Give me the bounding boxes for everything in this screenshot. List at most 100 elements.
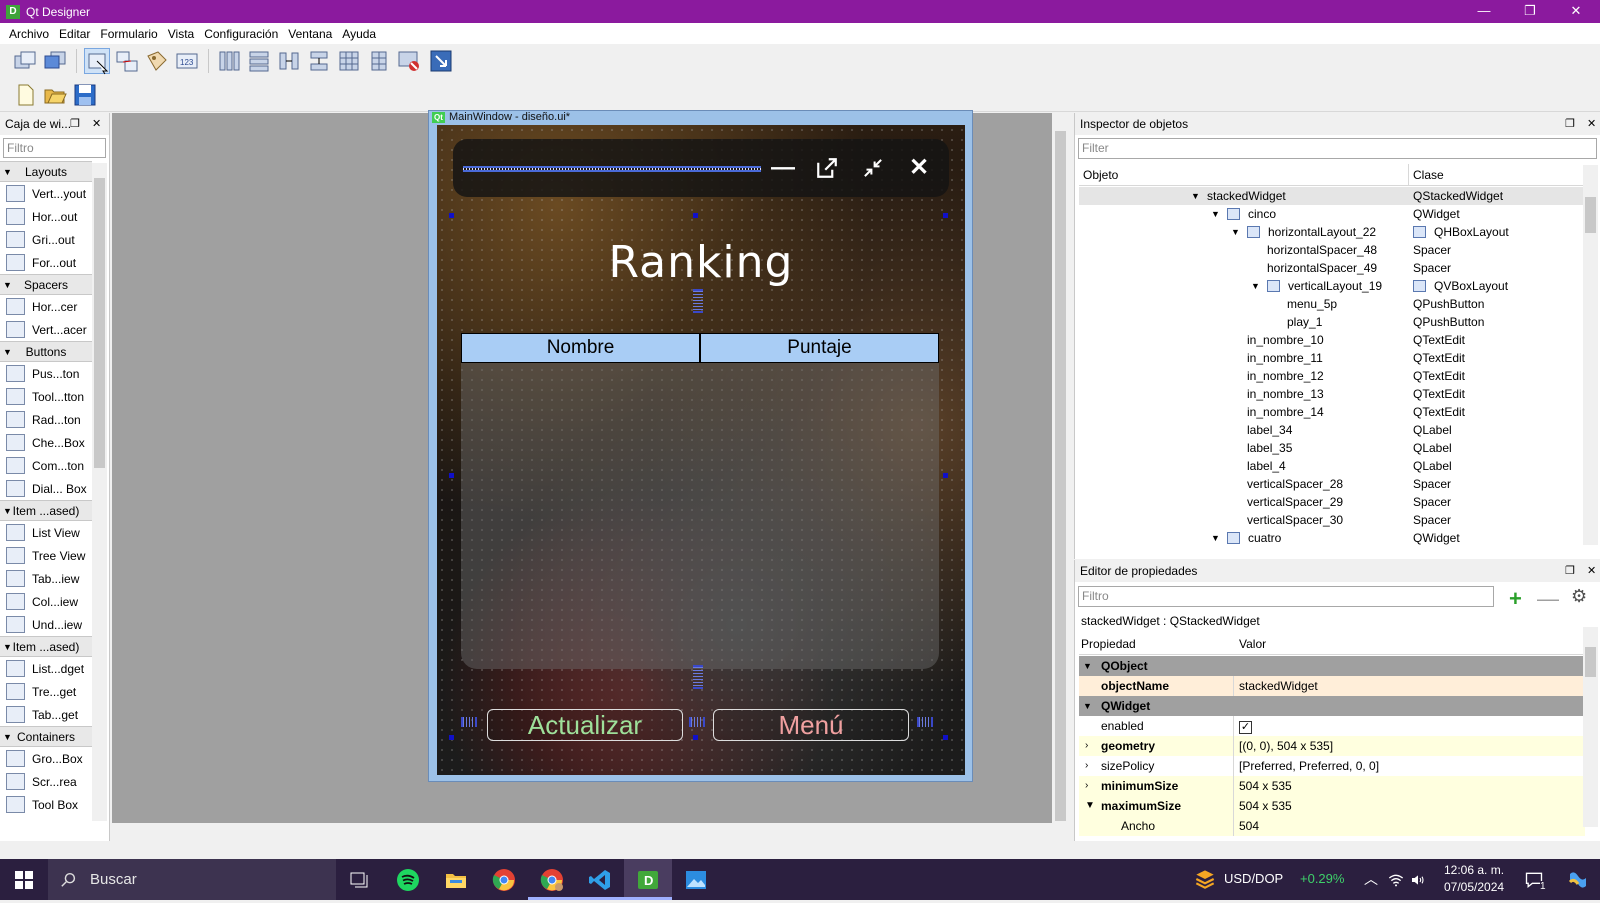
chevron-down-icon[interactable]: ▼ bbox=[1211, 529, 1220, 547]
widget-item-che-box[interactable]: Che...Box bbox=[0, 431, 92, 454]
break-layout-icon[interactable] bbox=[396, 48, 422, 74]
horizontal-spacer[interactable] bbox=[917, 717, 933, 727]
start-button[interactable] bbox=[0, 859, 48, 900]
menu-vista[interactable]: Vista bbox=[163, 27, 199, 41]
update-button[interactable]: Actualizar bbox=[487, 709, 683, 741]
object-row[interactable]: ▼ verticalLayout_19 QVBoxLayout bbox=[1079, 277, 1585, 295]
widget-item-com-ton[interactable]: Com...ton bbox=[0, 454, 92, 477]
adjust-size-icon[interactable] bbox=[428, 48, 454, 74]
property-row[interactable]: › sizePolicy [Preferred, Preferred, 0, 0] bbox=[1079, 756, 1585, 776]
widget-item-for-out[interactable]: For...out bbox=[0, 251, 92, 274]
category-buttons[interactable]: ▼ Buttons bbox=[0, 341, 92, 362]
chevron-down-icon[interactable]: ▼ bbox=[1083, 696, 1092, 716]
widget-item-col-iew[interactable]: Col...iew bbox=[0, 590, 92, 613]
column-header-nombre[interactable]: Nombre bbox=[461, 333, 700, 363]
external-link-icon[interactable] bbox=[811, 152, 843, 184]
chrome-icon[interactable] bbox=[480, 859, 528, 900]
property-row[interactable]: objectName stackedWidget bbox=[1079, 676, 1585, 696]
bring-to-front-icon[interactable] bbox=[42, 48, 68, 74]
vertical-spacer[interactable] bbox=[693, 289, 703, 313]
widget-item-vert-acer[interactable]: Vert...acer bbox=[0, 318, 92, 341]
widget-item-vert-yout[interactable]: Vert...yout bbox=[0, 182, 92, 205]
layout-grid-icon[interactable] bbox=[336, 48, 362, 74]
column-header-objeto[interactable]: Objeto bbox=[1079, 164, 1409, 185]
column-header-puntaje[interactable]: Puntaje bbox=[700, 333, 939, 363]
object-tree-scrollbar[interactable] bbox=[1583, 165, 1598, 545]
ranking-table[interactable]: Nombre Puntaje bbox=[461, 333, 939, 669]
property-editor-scrollbar[interactable] bbox=[1583, 627, 1598, 827]
menu-archivo[interactable]: Archivo bbox=[4, 27, 54, 41]
category-item-ased[interactable]: ▼ Item ...ased) bbox=[0, 500, 92, 521]
layout-vertical-icon[interactable] bbox=[246, 48, 272, 74]
category-layouts[interactable]: ▼ Layouts bbox=[0, 161, 92, 182]
object-row[interactable]: in_nombre_10 QTextEdit bbox=[1079, 331, 1585, 349]
show-hidden-icons-icon[interactable]: ︿ bbox=[1364, 869, 1378, 889]
column-header-clase[interactable]: Clase bbox=[1409, 164, 1444, 185]
taskbar-search-box[interactable]: Buscar bbox=[48, 859, 336, 900]
widget-item-hor-out[interactable]: Hor...out bbox=[0, 205, 92, 228]
property-row[interactable]: ▼ maximumSize 504 x 535 bbox=[1079, 796, 1585, 816]
chevron-down-icon[interactable]: ▼ bbox=[1085, 796, 1095, 816]
menu-formulario[interactable]: Formulario bbox=[95, 27, 162, 41]
property-row[interactable]: › geometry [(0, 0), 504 x 535] bbox=[1079, 736, 1585, 756]
vertical-spacer[interactable] bbox=[693, 665, 703, 689]
object-row[interactable]: in_nombre_13 QTextEdit bbox=[1079, 385, 1585, 403]
widget-item-scr-rea[interactable]: Scr...rea bbox=[0, 770, 92, 793]
widget-filter-input[interactable]: Filtro bbox=[3, 138, 106, 158]
close-window-button[interactable]: ✕ bbox=[1553, 0, 1599, 23]
send-to-back-icon[interactable] bbox=[12, 48, 38, 74]
property-section[interactable]: ▼ QWidget bbox=[1079, 696, 1585, 716]
chrome-profile-icon[interactable] bbox=[528, 859, 576, 900]
form-canvas[interactable]: — ✕ Ranking Nombre Puntaje Actualizar Me… bbox=[437, 125, 965, 775]
object-row[interactable]: in_nombre_11 QTextEdit bbox=[1079, 349, 1585, 367]
close-dock-icon[interactable]: ✕ bbox=[1587, 560, 1596, 582]
widget-item-gro-box[interactable]: Gro...Box bbox=[0, 747, 92, 770]
float-dock-icon[interactable]: ❐ bbox=[1565, 113, 1575, 135]
object-row[interactable]: label_34 QLabel bbox=[1079, 421, 1585, 439]
collapse-icon[interactable] bbox=[857, 152, 889, 184]
layout-horizontal-icon[interactable] bbox=[216, 48, 242, 74]
widget-item-tre-get[interactable]: Tre...get bbox=[0, 680, 92, 703]
ticker-symbol[interactable]: USD/DOP bbox=[1224, 871, 1283, 886]
object-row[interactable]: verticalSpacer_28 Spacer bbox=[1079, 475, 1585, 493]
property-value[interactable]: 504 x 535 bbox=[1233, 796, 1585, 816]
chevron-right-icon[interactable]: › bbox=[1085, 776, 1088, 796]
property-value[interactable]: ✓ bbox=[1233, 716, 1585, 736]
property-value[interactable]: [Preferred, Preferred, 0, 0] bbox=[1233, 756, 1585, 776]
property-value[interactable]: 504 x 535 bbox=[1233, 776, 1585, 796]
menu-configuracion[interactable]: Configuración bbox=[199, 27, 283, 41]
configure-icon[interactable]: ⚙ bbox=[1571, 586, 1587, 607]
minimize-button[interactable]: — bbox=[1461, 0, 1507, 23]
chevron-right-icon[interactable]: › bbox=[1085, 736, 1088, 756]
remove-property-icon[interactable]: — bbox=[1537, 586, 1559, 612]
object-row[interactable]: menu_5p QPushButton bbox=[1079, 295, 1585, 313]
property-row[interactable]: enabled ✓ bbox=[1079, 716, 1585, 736]
save-icon[interactable] bbox=[72, 82, 98, 108]
widget-item-und-iew[interactable]: Und...iew bbox=[0, 613, 92, 636]
object-row[interactable]: verticalSpacer_30 Spacer bbox=[1079, 511, 1585, 529]
widget-item-list-dget[interactable]: List...dget bbox=[0, 657, 92, 680]
column-header-valor[interactable]: Valor bbox=[1239, 633, 1266, 655]
menu-ventana[interactable]: Ventana bbox=[283, 27, 337, 41]
widget-item-pus-ton[interactable]: Pus...ton bbox=[0, 362, 92, 385]
mdi-vertical-scrollbar[interactable] bbox=[1052, 113, 1069, 840]
form-window[interactable]: Qt MainWindow - diseño.ui* — ✕ Ranking N… bbox=[428, 110, 973, 782]
widget-item-list-view[interactable]: List View bbox=[0, 521, 92, 544]
float-dock-icon[interactable]: ❐ bbox=[1565, 560, 1575, 582]
close-dock-icon[interactable]: ✕ bbox=[1587, 113, 1596, 135]
object-filter-input[interactable]: Filter bbox=[1078, 138, 1597, 159]
chevron-down-icon[interactable]: ▼ bbox=[1211, 205, 1220, 223]
chevron-down-icon[interactable]: ▼ bbox=[1231, 223, 1240, 241]
object-row[interactable]: label_4 QLabel bbox=[1079, 457, 1585, 475]
property-value[interactable]: [(0, 0), 504 x 535] bbox=[1233, 736, 1585, 756]
property-row[interactable]: › minimumSize 504 x 535 bbox=[1079, 776, 1585, 796]
menu-ayuda[interactable]: Ayuda bbox=[337, 27, 381, 41]
category-spacers[interactable]: ▼ Spacers bbox=[0, 274, 92, 295]
property-row[interactable]: Ancho 504 bbox=[1079, 816, 1585, 836]
object-row[interactable]: ▼ stackedWidget QStackedWidget bbox=[1079, 187, 1585, 205]
restore-button[interactable]: ❐ bbox=[1507, 0, 1553, 23]
qt-designer-taskbar-icon[interactable]: D bbox=[624, 859, 672, 900]
object-row[interactable]: verticalSpacer_29 Spacer bbox=[1079, 493, 1585, 511]
edit-widgets-icon[interactable] bbox=[84, 48, 110, 75]
layout-v-splitter-icon[interactable] bbox=[306, 48, 332, 74]
